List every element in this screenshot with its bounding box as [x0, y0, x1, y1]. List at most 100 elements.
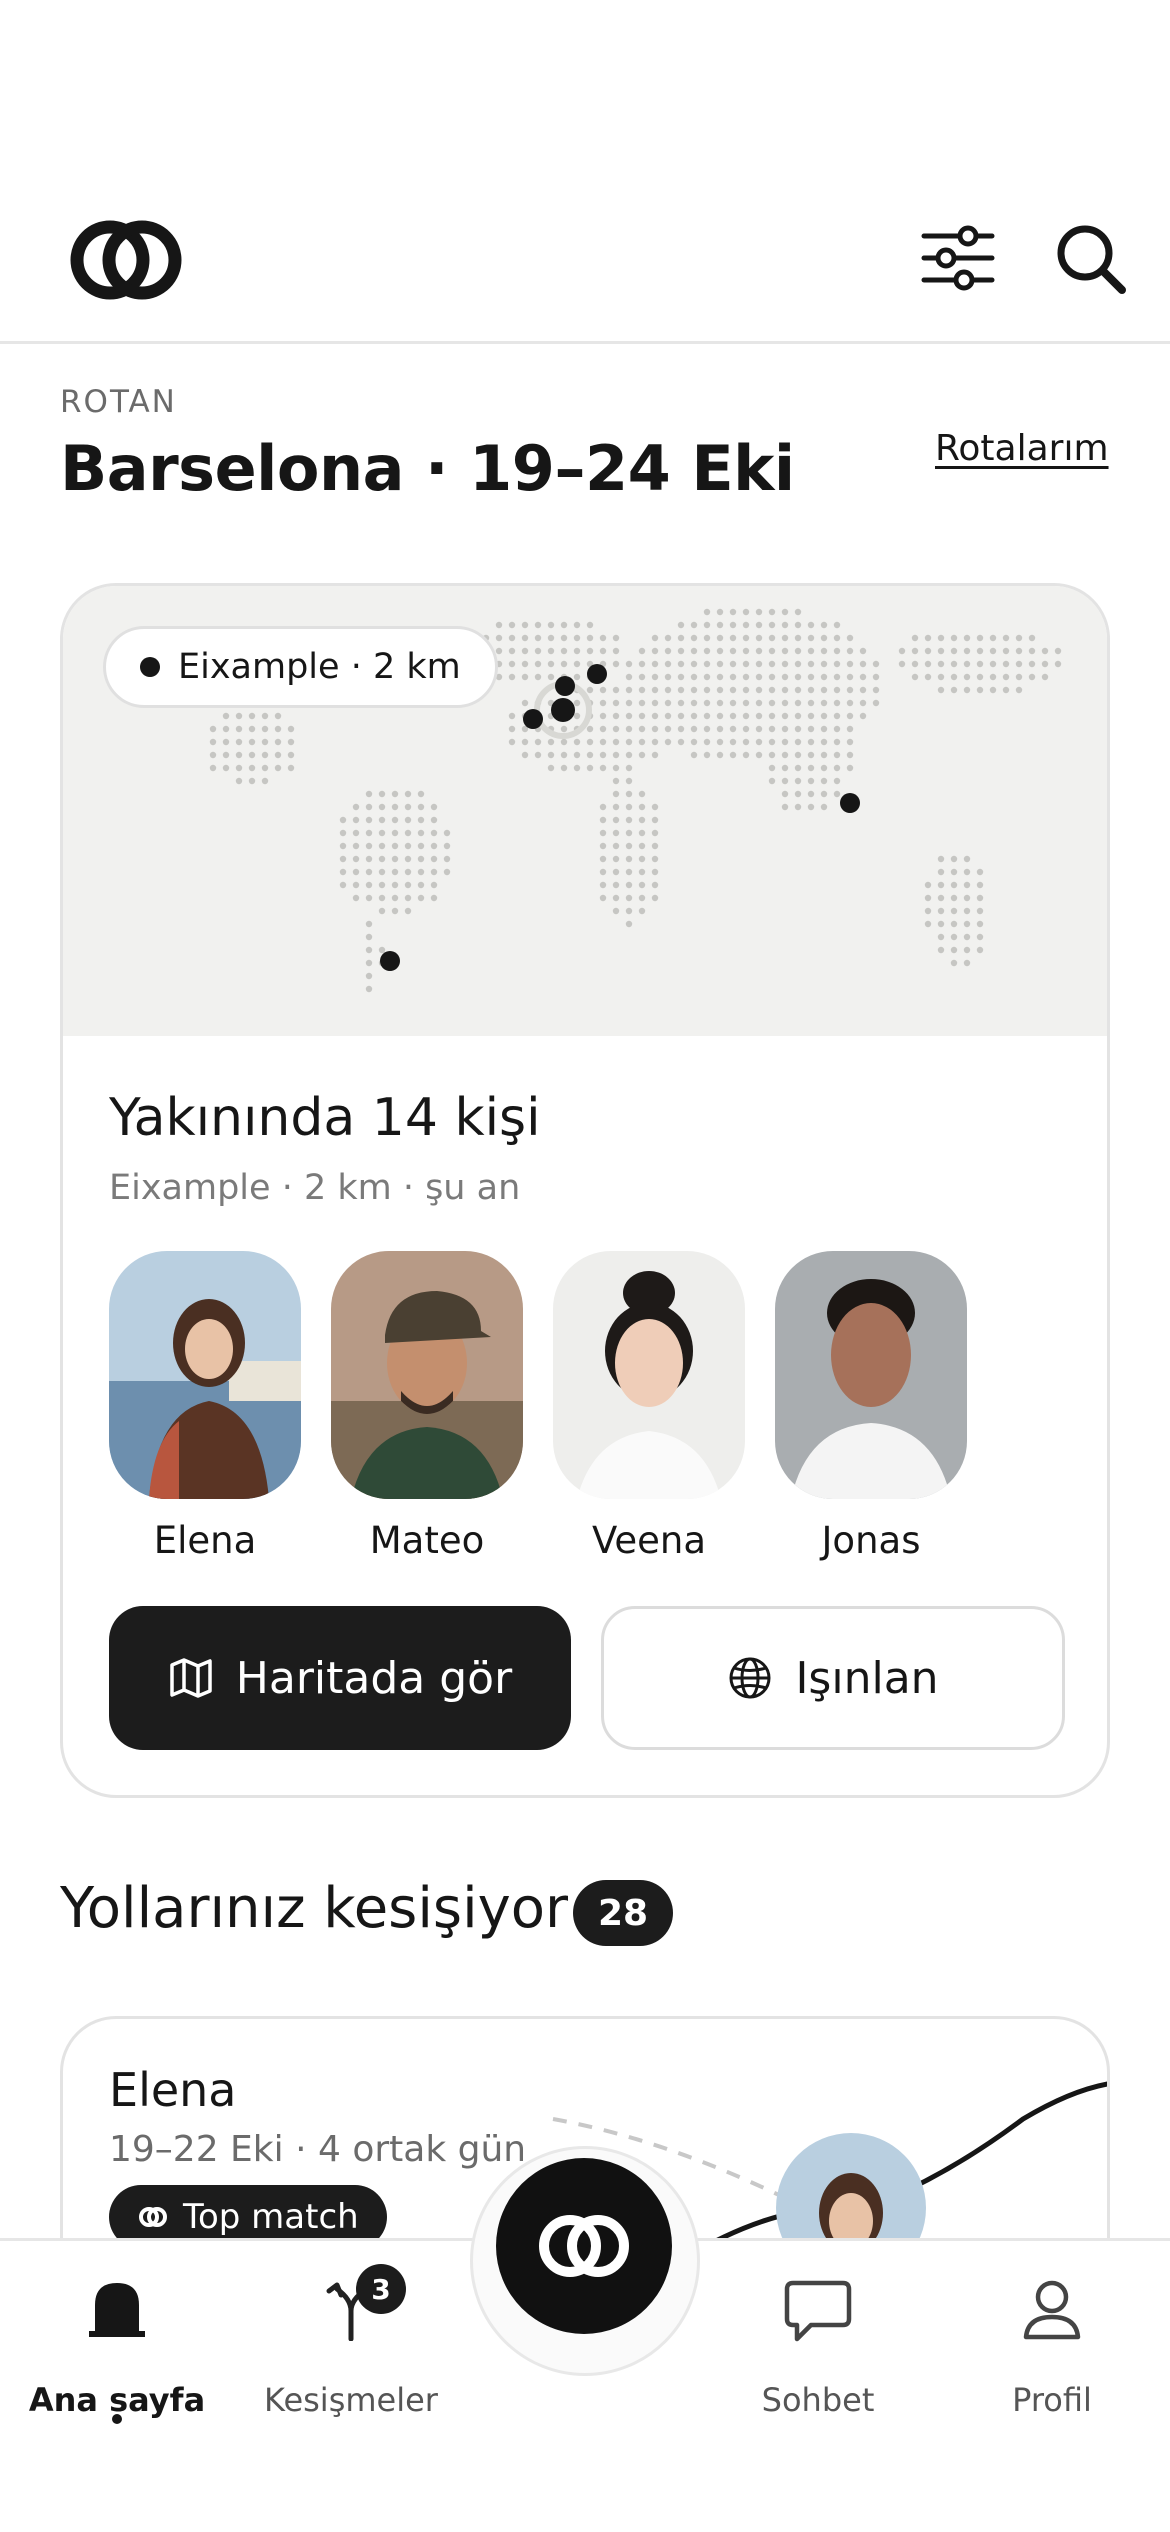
map-dot — [625, 790, 633, 798]
map-dot — [547, 621, 555, 629]
map-dot — [651, 634, 659, 642]
map-dot — [612, 842, 620, 850]
map-dot — [833, 686, 841, 694]
map-dot — [846, 634, 854, 642]
map-dot — [378, 881, 386, 889]
map-dot — [664, 725, 672, 733]
person-card-jonas[interactable]: Jonas — [775, 1251, 967, 1562]
map-dot — [508, 621, 516, 629]
my-routes-link[interactable]: Rotalarım — [935, 428, 1109, 469]
map-dot — [872, 699, 880, 707]
map-dot — [768, 686, 776, 694]
nav-profile[interactable]: Profil — [952, 2241, 1152, 2433]
map-dot — [820, 634, 828, 642]
map-dot — [820, 712, 828, 720]
map-dot — [625, 660, 633, 668]
center-action-button[interactable] — [496, 2158, 672, 2334]
map-dot — [599, 881, 607, 889]
map-dot — [703, 608, 711, 616]
map-dot — [742, 699, 750, 707]
map-dot — [690, 634, 698, 642]
map-dot — [1002, 647, 1010, 655]
map-dot — [846, 699, 854, 707]
map-dot — [534, 660, 542, 668]
user-location-pin[interactable] — [587, 664, 607, 684]
map-dot — [521, 621, 529, 629]
map-dot — [976, 686, 984, 694]
map-dot — [859, 673, 867, 681]
map-dot — [651, 881, 659, 889]
map-dot — [417, 790, 425, 798]
user-location-pin[interactable] — [523, 709, 543, 729]
sliders-icon[interactable] — [920, 222, 996, 294]
map-dot — [1041, 673, 1049, 681]
teleport-button[interactable]: Işınlan — [601, 1606, 1065, 1750]
person-card-veena[interactable]: Veena — [553, 1251, 745, 1562]
nav-chat[interactable]: Sohbet — [718, 2241, 918, 2433]
map-dot — [742, 712, 750, 720]
map-dot — [651, 673, 659, 681]
user-location-pin[interactable] — [380, 951, 400, 971]
map-dot — [638, 699, 646, 707]
map-dot — [794, 803, 802, 811]
search-icon[interactable] — [1054, 222, 1128, 296]
map-dot — [664, 686, 672, 694]
map-dot — [846, 660, 854, 668]
map-dot — [820, 647, 828, 655]
map-dot — [339, 816, 347, 824]
map-dot — [963, 933, 971, 941]
map-dot — [625, 907, 633, 915]
user-location-pin[interactable] — [551, 698, 575, 722]
map-dot — [989, 647, 997, 655]
map-dot — [716, 738, 724, 746]
map-dot — [599, 725, 607, 733]
map-dot — [703, 621, 711, 629]
map-dot — [573, 647, 581, 655]
map-dot — [651, 712, 659, 720]
map-dot — [950, 634, 958, 642]
map-dot — [664, 673, 672, 681]
location-pill[interactable]: Eixample · 2 km — [103, 626, 498, 708]
map-dot — [703, 660, 711, 668]
map-dot — [365, 920, 373, 928]
map-dot — [937, 920, 945, 928]
map-dot — [651, 842, 659, 850]
map-dot — [924, 673, 932, 681]
map-dot — [573, 673, 581, 681]
map-dot — [612, 699, 620, 707]
map-dot — [937, 647, 945, 655]
view-on-map-button[interactable]: Haritada gör — [109, 1606, 571, 1750]
map-dot — [898, 647, 906, 655]
map-dot — [755, 725, 763, 733]
map-dot — [859, 647, 867, 655]
world-map[interactable]: Eixample · 2 km — [63, 586, 1107, 1036]
nav-home[interactable]: Ana sayfa — [17, 2241, 217, 2433]
nav-crossings[interactable]: Kesişmeler — [251, 2241, 451, 2433]
map-dot — [638, 686, 646, 694]
map-dot — [937, 686, 945, 694]
map-dot — [391, 790, 399, 798]
map-dot — [391, 881, 399, 889]
map-dot — [586, 686, 594, 694]
map-dot — [274, 725, 282, 733]
map-dot — [820, 764, 828, 772]
map-dot — [625, 855, 633, 863]
map-dot — [625, 712, 633, 720]
map-dot — [599, 894, 607, 902]
map-dot — [755, 712, 763, 720]
person-card-mateo[interactable]: Mateo — [331, 1251, 523, 1562]
map-dot — [820, 621, 828, 629]
map-dot — [599, 751, 607, 759]
map-dot — [1054, 660, 1062, 668]
map-dot — [1015, 673, 1023, 681]
map-dot — [742, 686, 750, 694]
person-card-elena[interactable]: Elena — [109, 1251, 301, 1562]
user-location-pin[interactable] — [840, 793, 860, 813]
map-dot — [521, 634, 529, 642]
map-dot — [339, 855, 347, 863]
map-dot — [976, 907, 984, 915]
map-dot — [963, 855, 971, 863]
map-dot — [638, 842, 646, 850]
user-location-pin[interactable] — [555, 676, 575, 696]
map-dot — [807, 777, 815, 785]
